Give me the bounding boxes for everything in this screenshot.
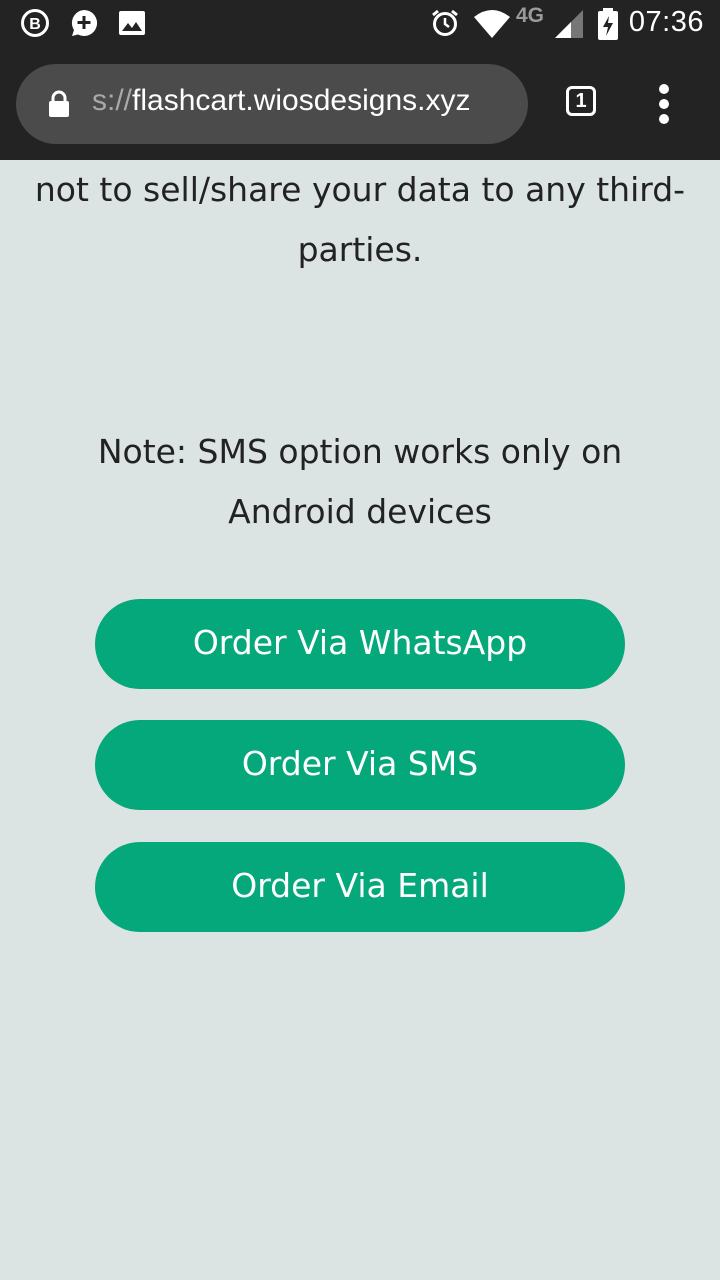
order-via-sms-button[interactable]: Order Via SMS: [95, 720, 625, 810]
order-via-email-button[interactable]: Order Via Email: [95, 842, 625, 932]
order-via-whatsapp-button[interactable]: Order Via WhatsApp: [95, 599, 625, 689]
tab-count: 1: [575, 90, 587, 112]
lock-icon: [49, 90, 69, 117]
privacy-text: will be shared with us, and we promise n…: [30, 160, 690, 280]
page-content: will be shared with us, and we promise n…: [0, 160, 720, 1280]
signal-icon: [555, 10, 583, 38]
address-bar[interactable]: s://flashcart.wiosdesigns.xyz: [16, 64, 528, 144]
url-host: flashcart.wiosdesigns.xyz: [132, 84, 471, 117]
svg-text:B: B: [29, 16, 41, 33]
browser-toolbar: s://flashcart.wiosdesigns.xyz 1: [0, 50, 720, 160]
network-type: 4G: [516, 4, 545, 27]
battery-charging-icon: [598, 8, 618, 40]
chat-plus-icon: [71, 9, 98, 36]
clock: 07:36: [628, 6, 704, 38]
sms-note: Note: SMS option works only on Android d…: [97, 432, 623, 531]
alarm-icon: [432, 9, 458, 36]
url-text[interactable]: s://flashcart.wiosdesigns.xyz: [92, 84, 470, 118]
image-icon: [119, 11, 145, 35]
business-b-icon: B: [21, 9, 49, 37]
privacy-text-body: will be shared with us, and we promise n…: [34, 170, 686, 269]
wifi-icon: [474, 10, 510, 38]
status-bar: B 4G 07:36: [0, 0, 720, 50]
overflow-menu-icon[interactable]: [652, 84, 676, 124]
url-scheme: s://: [92, 84, 133, 117]
tab-switcher-button[interactable]: 1: [566, 86, 596, 116]
